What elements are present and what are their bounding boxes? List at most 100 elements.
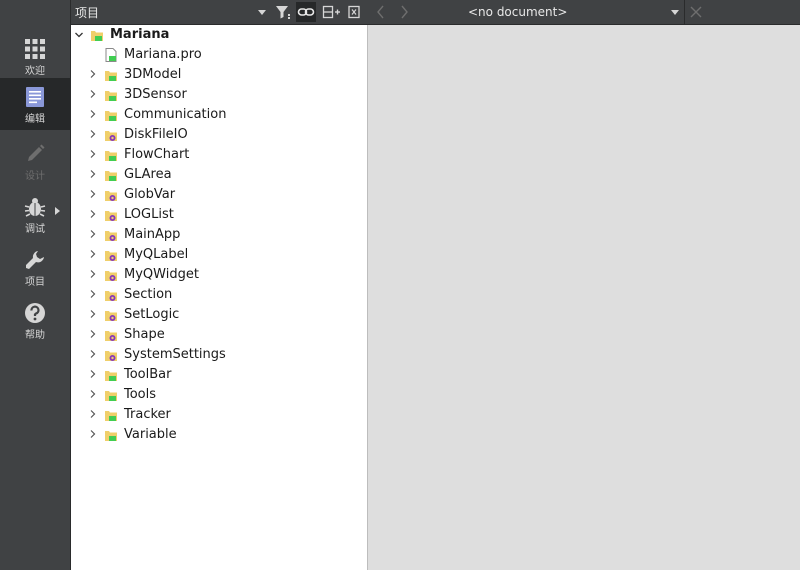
mode-welcome[interactable]: 欢迎 xyxy=(0,30,70,82)
tree-item-folder[interactable]: FlowChart xyxy=(71,145,367,165)
qt-folder-icon xyxy=(105,71,117,81)
chevron-down-icon[interactable] xyxy=(671,10,679,15)
chevron-right-icon[interactable] xyxy=(89,370,97,378)
chevron-right-icon[interactable] xyxy=(89,330,97,338)
chevron-right-icon[interactable] xyxy=(89,250,97,258)
chevron-right-icon[interactable] xyxy=(89,130,97,138)
tree-item-folder[interactable]: Section xyxy=(71,285,367,305)
qt-folder-icon xyxy=(105,431,117,441)
chevron-right-icon[interactable] xyxy=(89,390,97,398)
folder-label: FlowChart xyxy=(124,147,190,162)
mode-debug[interactable]: 调试 xyxy=(0,188,70,240)
project-tree[interactable]: Mariana Mariana.pro 3DModel 3DSensor Commu… xyxy=(71,25,368,570)
link-with-editor-button[interactable] xyxy=(296,2,316,22)
subproject-gear-folder-icon xyxy=(105,231,117,241)
chevron-right-icon[interactable] xyxy=(89,230,97,238)
folder-label: SystemSettings xyxy=(124,347,226,362)
chevron-right-icon[interactable] xyxy=(89,190,97,198)
mode-projects[interactable]: 项目 xyxy=(0,241,70,293)
projects-wrench-icon xyxy=(26,251,44,269)
folder-label: LOGList xyxy=(124,207,174,222)
editor-area[interactable] xyxy=(368,25,800,570)
pane-selector[interactable]: 项目 xyxy=(75,4,99,21)
forward-arrow-icon[interactable] xyxy=(399,5,409,19)
tree-item-folder[interactable]: Shape xyxy=(71,325,367,345)
tree-item-folder[interactable]: Variable xyxy=(71,425,367,445)
chevron-down-icon[interactable] xyxy=(75,31,83,39)
mode-label: 项目 xyxy=(25,277,45,288)
qt-project-folder-icon xyxy=(91,31,103,41)
tree-item-folder[interactable]: MainApp xyxy=(71,225,367,245)
chevron-right-icon[interactable] xyxy=(89,290,97,298)
tree-item-folder[interactable]: Tracker xyxy=(71,405,367,425)
tree-item-folder[interactable]: Communication xyxy=(71,105,367,125)
subproject-gear-folder-icon xyxy=(105,211,117,221)
qt-folder-icon xyxy=(105,91,117,101)
design-pencil-icon xyxy=(28,144,45,161)
expand-arrow-icon xyxy=(55,207,60,215)
chevron-right-icon[interactable] xyxy=(89,310,97,318)
pro-file-name: Mariana.pro xyxy=(124,47,202,62)
chevron-right-icon[interactable] xyxy=(89,350,97,358)
welcome-grid-icon xyxy=(25,39,45,59)
chevron-right-icon[interactable] xyxy=(89,410,97,418)
tree-item-folder[interactable]: MyQLabel xyxy=(71,245,367,265)
open-documents-selector[interactable]: <no document> xyxy=(468,5,567,19)
qt-folder-icon xyxy=(105,111,117,121)
tree-item-folder[interactable]: Tools xyxy=(71,385,367,405)
tree-item-folder[interactable]: 3DSensor xyxy=(71,85,367,105)
close-pane-button[interactable] xyxy=(344,2,364,22)
folder-label: SetLogic xyxy=(124,307,180,322)
tree-item-pro-file[interactable]: Mariana.pro xyxy=(71,45,367,65)
qt-folder-icon xyxy=(105,151,117,161)
help-question-icon xyxy=(25,303,45,323)
chevron-right-icon[interactable] xyxy=(89,430,97,438)
qt-folder-icon xyxy=(105,391,117,401)
mode-label: 设计 xyxy=(25,171,45,182)
filter-button[interactable] xyxy=(273,2,293,22)
folder-label: 3DSensor xyxy=(124,87,187,102)
tree-item-folder[interactable]: SystemSettings xyxy=(71,345,367,365)
tree-item-folder[interactable]: DiskFileIO xyxy=(71,125,367,145)
chevron-right-icon[interactable] xyxy=(89,90,97,98)
mode-label: 帮助 xyxy=(25,330,45,341)
split-icon xyxy=(322,5,340,19)
chevron-right-icon[interactable] xyxy=(89,170,97,178)
chevron-down-icon[interactable] xyxy=(258,10,266,15)
folder-label: 3DModel xyxy=(124,67,182,82)
tree-item-folder[interactable]: ToolBar xyxy=(71,365,367,385)
back-arrow-icon[interactable] xyxy=(376,5,386,19)
subproject-gear-folder-icon xyxy=(105,271,117,281)
project-name: Mariana xyxy=(110,27,170,42)
mode-design[interactable]: 设计 xyxy=(0,135,70,187)
chevron-right-icon[interactable] xyxy=(89,70,97,78)
chevron-right-icon[interactable] xyxy=(89,210,97,218)
folder-label: GlobVar xyxy=(124,187,176,202)
tree-item-folder[interactable]: LOGList xyxy=(71,205,367,225)
folder-label: MainApp xyxy=(124,227,181,242)
close-document-icon[interactable] xyxy=(690,6,702,18)
subproject-gear-folder-icon xyxy=(105,311,117,321)
chevron-right-icon[interactable] xyxy=(89,110,97,118)
filter-icon xyxy=(276,6,290,19)
toolbar-divider xyxy=(684,0,685,24)
mode-help[interactable]: 帮助 xyxy=(0,294,70,346)
debug-bug-icon xyxy=(24,198,46,217)
tree-item-folder[interactable]: GLArea xyxy=(71,165,367,185)
chevron-right-icon[interactable] xyxy=(89,270,97,278)
mode-edit[interactable]: 编辑 xyxy=(0,78,70,130)
chevron-right-icon[interactable] xyxy=(89,150,97,158)
folder-label: Variable xyxy=(124,427,177,442)
folder-label: Communication xyxy=(124,107,227,122)
tree-item-folder[interactable]: SetLogic xyxy=(71,305,367,325)
tree-item-project-root[interactable]: Mariana xyxy=(71,25,367,45)
mode-label: 编辑 xyxy=(25,114,45,125)
tree-item-folder[interactable]: 3DModel xyxy=(71,65,367,85)
tree-item-folder[interactable]: MyQWidget xyxy=(71,265,367,285)
folder-label: Tools xyxy=(124,387,157,402)
split-button[interactable] xyxy=(321,2,341,22)
link-icon xyxy=(297,8,315,16)
tree-item-folder[interactable]: GlobVar xyxy=(71,185,367,205)
subproject-gear-folder-icon xyxy=(105,191,117,201)
subproject-gear-folder-icon xyxy=(105,351,117,361)
